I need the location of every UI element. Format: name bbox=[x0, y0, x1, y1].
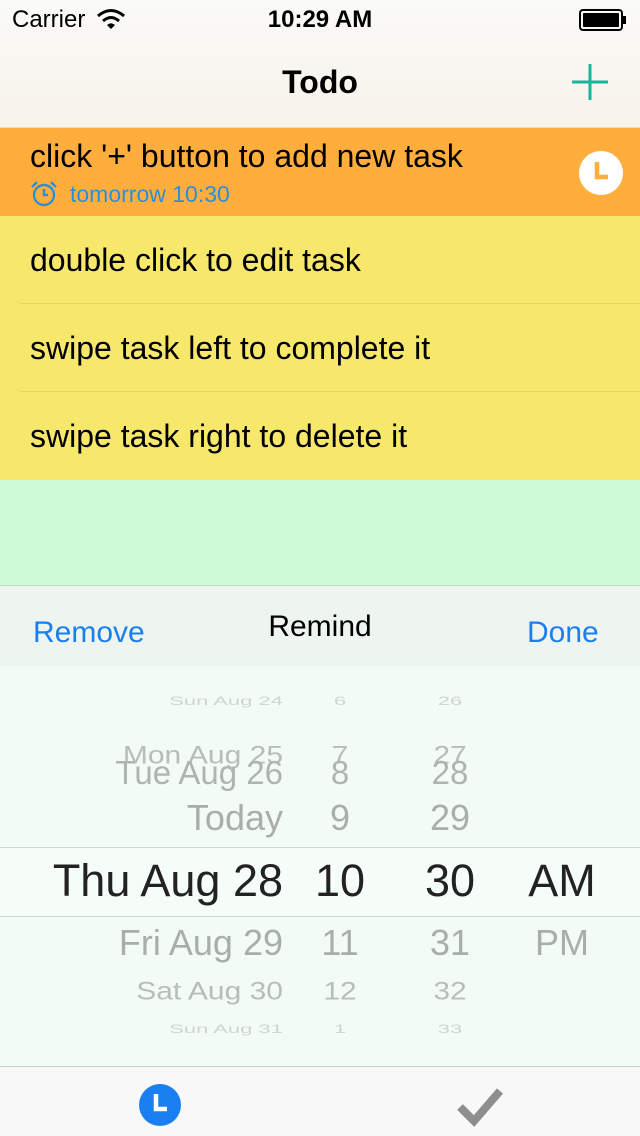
task-text: double click to edit task bbox=[30, 242, 361, 278]
picker-minute[interactable]: 33 bbox=[410, 1022, 490, 1036]
picker-ampm-selected[interactable]: AM bbox=[520, 855, 604, 907]
picker-date[interactable]: Today bbox=[187, 797, 283, 839]
picker-hour[interactable]: 8 bbox=[300, 754, 380, 792]
alarm-icon bbox=[31, 181, 57, 207]
plus-icon[interactable] bbox=[568, 60, 612, 104]
picker-hour[interactable]: 12 bbox=[300, 978, 380, 1006]
remind-toolbar: Remind Remove Done bbox=[0, 586, 640, 666]
picker-hour[interactable]: 1 bbox=[300, 1022, 380, 1036]
reminder-time: tomorrow 10:30 bbox=[70, 181, 230, 207]
status-time: 10:29 AM bbox=[267, 6, 373, 33]
task-row[interactable]: swipe task left to complete it bbox=[0, 304, 640, 392]
picker-hour[interactable]: 11 bbox=[300, 922, 380, 964]
status-bar: Carrier 10:29 AM bbox=[0, 0, 640, 40]
picker-ampm[interactable]: PM bbox=[520, 922, 604, 964]
checkmark-icon[interactable] bbox=[456, 1083, 504, 1127]
picker-hour[interactable]: 9 bbox=[300, 797, 380, 839]
picker-hour[interactable]: 6 bbox=[300, 694, 380, 708]
picker-minute-selected[interactable]: 30 bbox=[410, 855, 490, 907]
picker-date[interactable]: Sun Aug 24 bbox=[169, 694, 283, 708]
picker-date-selected[interactable]: Thu Aug 28 bbox=[53, 855, 283, 907]
battery-icon bbox=[579, 9, 626, 31]
task-text: click '+' button to add new task bbox=[30, 138, 463, 174]
task-row[interactable]: double click to edit task bbox=[0, 216, 640, 304]
picker-hour-selected[interactable]: 10 bbox=[300, 855, 380, 907]
picker-minute[interactable]: 31 bbox=[410, 922, 490, 964]
picker-date[interactable]: Tue Aug 26 bbox=[115, 754, 283, 792]
done-button[interactable]: Done bbox=[527, 616, 599, 650]
remove-button[interactable]: Remove bbox=[33, 616, 145, 650]
task-row[interactable]: swipe task right to delete it bbox=[0, 392, 640, 480]
tab-bar bbox=[0, 1066, 640, 1136]
date-time-picker[interactable]: Sun Aug 24 6 26 Mon Aug 25 7 27 Tue Aug … bbox=[0, 666, 640, 1066]
picker-minute[interactable]: 26 bbox=[410, 694, 490, 708]
picker-minute[interactable]: 29 bbox=[410, 797, 490, 839]
picker-minute[interactable]: 32 bbox=[410, 978, 490, 1006]
empty-list-area bbox=[0, 480, 640, 586]
picker-date[interactable]: Sat Aug 30 bbox=[136, 978, 283, 1006]
page-title: Todo bbox=[282, 64, 358, 100]
task-row[interactable]: click '+' button to add new task tomorro… bbox=[0, 128, 640, 216]
picker-minute[interactable]: 28 bbox=[410, 754, 490, 792]
task-text: swipe task right to delete it bbox=[30, 418, 408, 454]
clock-icon[interactable] bbox=[138, 1083, 182, 1127]
clock-icon[interactable] bbox=[578, 150, 624, 196]
picker-date[interactable]: Fri Aug 29 bbox=[119, 922, 283, 964]
picker-date[interactable]: Sun Aug 31 bbox=[169, 1022, 283, 1036]
task-text: swipe task left to complete it bbox=[30, 330, 431, 366]
